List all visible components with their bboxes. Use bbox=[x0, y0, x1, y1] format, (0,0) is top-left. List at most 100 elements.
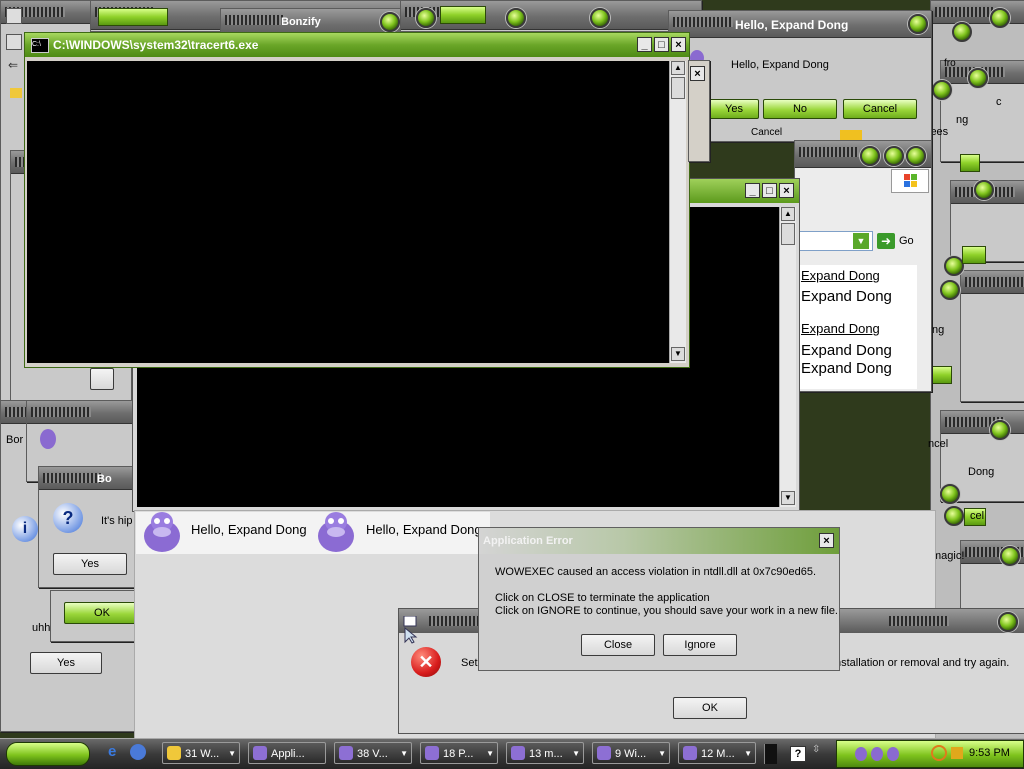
dialog-title: Application Error bbox=[483, 535, 573, 547]
green-progress bbox=[960, 154, 980, 172]
internet-explorer-icon[interactable]: e bbox=[108, 744, 124, 760]
left-arrow-icon: ⇐ bbox=[8, 58, 19, 72]
behind-cancel-label: Cancel bbox=[751, 127, 783, 138]
yes-button[interactable]: Yes bbox=[53, 553, 127, 575]
fragment-text: ncel bbox=[928, 438, 949, 450]
error-icon: ✕ bbox=[411, 647, 441, 677]
taskbar-item[interactable]: 31 W... ▼ bbox=[162, 742, 240, 764]
bonzi-tray-icon[interactable] bbox=[887, 747, 899, 761]
ok-button[interactable]: OK bbox=[64, 602, 140, 624]
title-bar: C:\ C:\WINDOWS\system32\tracert6.exe bbox=[25, 33, 689, 57]
cursor-icon bbox=[402, 615, 418, 644]
tray-arrow-icon[interactable]: ⇳ bbox=[812, 744, 826, 760]
orb-icon bbox=[908, 14, 928, 34]
bonzi-tray-icon[interactable] bbox=[855, 747, 867, 761]
windows-logo-icon bbox=[891, 169, 929, 193]
orb-icon bbox=[974, 180, 994, 200]
search-icon[interactable] bbox=[931, 745, 947, 761]
question-icon: ? bbox=[53, 503, 83, 533]
fragment-text: c bbox=[996, 96, 1002, 108]
address-dropdown-icon[interactable]: ▼ bbox=[853, 233, 869, 249]
taskbar-item[interactable]: 9 Wi... ▼ bbox=[592, 742, 670, 764]
minimize-button[interactable]: _ bbox=[745, 183, 760, 198]
bonzi-dialog: Bo ? It's hip Yes bbox=[38, 466, 140, 588]
orb-icon bbox=[860, 146, 880, 166]
bonzify-title: Bonzify bbox=[281, 16, 321, 28]
star-icon bbox=[840, 130, 862, 140]
taskbar-item[interactable]: 18 P... ▼ bbox=[420, 742, 498, 764]
error-line-3: Click on IGNORE to continue, you should … bbox=[495, 605, 838, 617]
start-button[interactable] bbox=[6, 742, 90, 766]
orb-icon bbox=[884, 146, 904, 166]
green-progress bbox=[98, 8, 168, 26]
taskbar-item[interactable]: 38 V... ▼ bbox=[334, 742, 412, 764]
yes-button-2[interactable]: Yes bbox=[30, 652, 102, 674]
taskbar-item[interactable]: 12 M... ▼ bbox=[678, 742, 756, 764]
bonzi-speech: Hello, Expand Dong bbox=[191, 522, 307, 537]
maximize-button[interactable]: □ bbox=[762, 183, 777, 198]
title-bar: Application Error bbox=[479, 528, 839, 554]
fragment-text: ng bbox=[956, 114, 969, 126]
ignore-button[interactable]: Ignore bbox=[663, 634, 737, 656]
orb-icon bbox=[506, 8, 526, 28]
fragment-text: cel bbox=[970, 510, 985, 522]
ok-button[interactable]: OK bbox=[673, 697, 747, 719]
orb-icon bbox=[380, 12, 400, 32]
link-expand-dong[interactable]: Expand Dong bbox=[801, 268, 880, 283]
close-button[interactable]: × bbox=[690, 66, 705, 81]
orb-icon bbox=[990, 420, 1010, 440]
text-expand-dong: Expand Dong bbox=[801, 342, 892, 359]
dialog-title: Bo bbox=[97, 473, 112, 485]
installer-text-right: nstallation or removal and try again. bbox=[835, 657, 1010, 669]
system-tray: 9:53 PM bbox=[836, 740, 1024, 768]
fragment-text: uhh bbox=[32, 622, 51, 634]
scroll-up-arrow[interactable]: ▲ bbox=[781, 207, 795, 221]
yes-button[interactable]: Yes bbox=[709, 99, 759, 119]
orb-icon bbox=[906, 146, 926, 166]
close-button[interactable]: × bbox=[779, 183, 794, 198]
folder-icon bbox=[10, 88, 22, 98]
scroll-down-arrow[interactable]: ▼ bbox=[781, 491, 795, 505]
go-arrow-icon[interactable]: ➜ bbox=[877, 233, 895, 249]
quicklaunch-icon[interactable] bbox=[130, 744, 146, 760]
scroll-thumb[interactable] bbox=[781, 223, 795, 245]
error-line-2: Click on CLOSE to terminate the applicat… bbox=[495, 592, 710, 604]
network-icon[interactable] bbox=[951, 747, 963, 759]
close-button[interactable]: × bbox=[819, 533, 834, 548]
dialog-title: Hello, Expand Dong bbox=[735, 18, 849, 32]
help-icon[interactable]: ? bbox=[790, 746, 806, 762]
close-app-button[interactable]: Close bbox=[581, 634, 655, 656]
fragment-text: fro bbox=[944, 58, 956, 69]
orb-icon bbox=[944, 256, 964, 276]
orb-icon bbox=[590, 8, 610, 28]
scroll-thumb[interactable] bbox=[671, 77, 685, 99]
bonzi-tray-icon[interactable] bbox=[871, 747, 883, 761]
scrollbar[interactable]: ▲ ▼ bbox=[779, 207, 796, 507]
bonzi-icon bbox=[38, 424, 58, 450]
clutter-button[interactable] bbox=[90, 368, 114, 390]
cancel-button[interactable]: Cancel bbox=[843, 99, 917, 119]
fragment-text: magic! bbox=[932, 550, 965, 562]
app-icon bbox=[6, 34, 22, 50]
taskbar-item[interactable]: Appli... bbox=[248, 742, 326, 764]
link-expand-dong[interactable]: Expand Dong bbox=[801, 321, 880, 336]
scroll-down-arrow[interactable]: ▼ bbox=[671, 347, 685, 361]
dialog-text: It's hip bbox=[101, 515, 133, 527]
orb-icon bbox=[990, 8, 1010, 28]
go-button[interactable]: Go bbox=[899, 235, 914, 247]
taskbar-separator bbox=[764, 744, 777, 764]
error-line-1: WOWEXEC caused an access violation in nt… bbox=[495, 566, 816, 578]
scroll-up-arrow[interactable]: ▲ bbox=[671, 61, 685, 75]
orb-icon bbox=[416, 8, 436, 28]
minimize-button[interactable]: _ bbox=[637, 37, 652, 52]
orb-icon bbox=[968, 68, 988, 88]
console-app-icon: C:\ bbox=[31, 38, 49, 53]
taskbar-item[interactable]: 13 m... ▼ bbox=[506, 742, 584, 764]
text-expand-dong: Expand Dong bbox=[801, 288, 892, 305]
close-button[interactable]: × bbox=[671, 37, 686, 52]
dialog-message: Hello, Expand Dong bbox=[731, 59, 829, 71]
orb-icon bbox=[1000, 546, 1020, 566]
maximize-button[interactable]: □ bbox=[654, 37, 669, 52]
scrollbar[interactable]: ▲ ▼ bbox=[669, 61, 686, 363]
no-button[interactable]: No bbox=[763, 99, 837, 119]
